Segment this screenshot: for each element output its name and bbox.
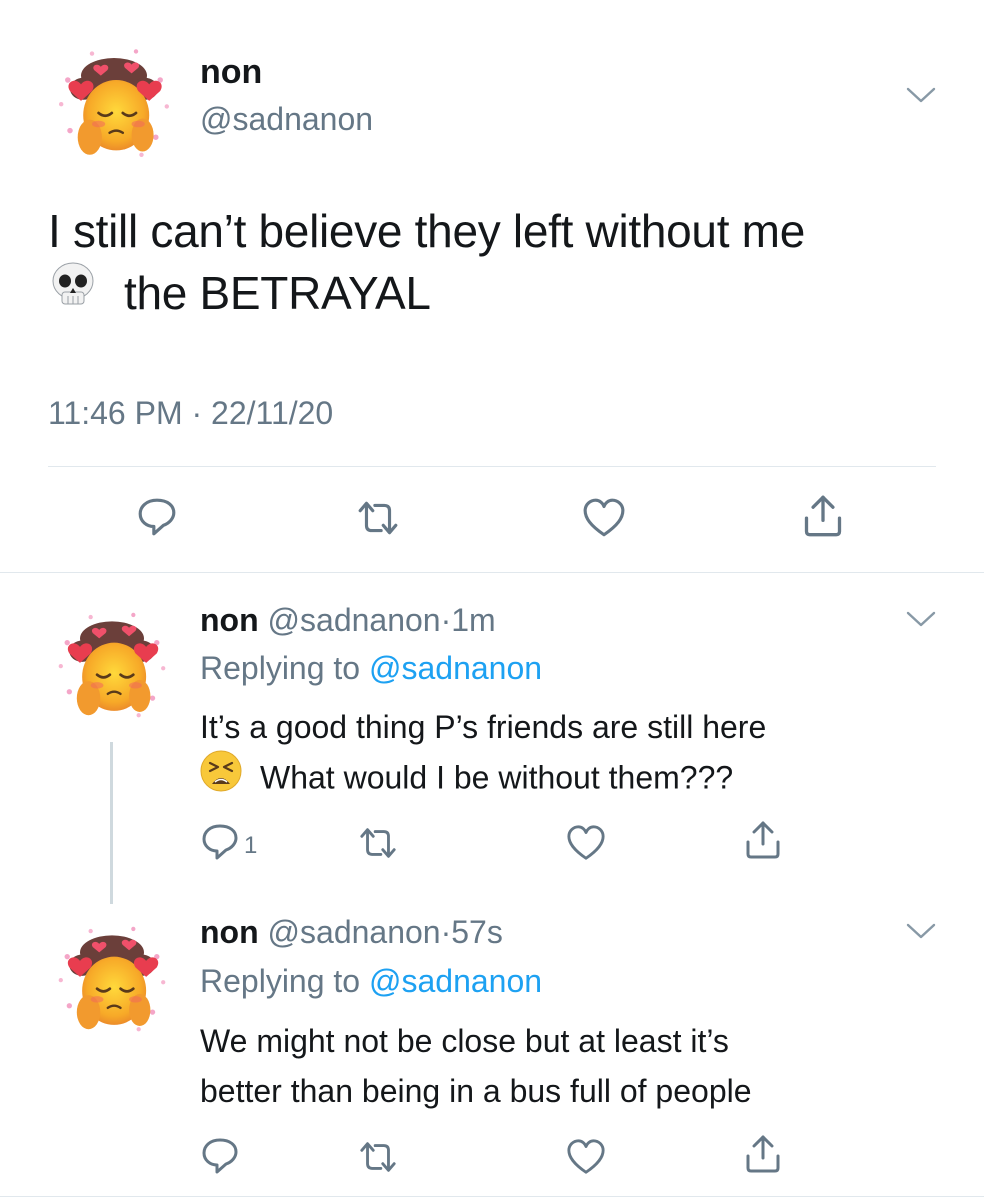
reply-icon[interactable] <box>200 822 240 862</box>
heart-icon[interactable] <box>582 498 626 538</box>
display-name[interactable]: non <box>200 914 259 950</box>
divider <box>48 466 936 467</box>
tweet-text-line: I still can’t believe they left without … <box>48 205 805 257</box>
tweet-text-line-2: the BETRAYAL <box>48 262 948 329</box>
skull-emoji <box>48 260 98 325</box>
tired-face-emoji <box>200 750 242 806</box>
avatar[interactable] <box>48 914 176 1042</box>
tweet-time: 11:46 PM <box>48 395 183 431</box>
reply-text-line-2: What would I be without them??? <box>200 750 960 808</box>
replying-to-label: Replying to <box>200 963 361 999</box>
reply-text-line: What would I be without them??? <box>260 759 734 796</box>
tweet-text-line: the BETRAYAL <box>124 267 431 319</box>
reply-text-line: better than being in a bus full of peopl… <box>200 1073 752 1109</box>
retweet-icon[interactable] <box>356 498 400 538</box>
avatar[interactable] <box>48 36 180 168</box>
replying-to-link[interactable]: @sadnanon <box>369 650 542 686</box>
reply-icon[interactable] <box>136 496 178 538</box>
share-icon[interactable] <box>802 494 844 538</box>
reply-time[interactable]: 1m <box>451 602 495 638</box>
divider <box>0 1196 984 1197</box>
reply-text-line: It’s a good thing P’s friends are still … <box>200 709 767 745</box>
reply-count: 1 <box>244 832 258 859</box>
tweet-text: I still can’t believe they left without … <box>48 200 948 329</box>
reply-text-line: We might not be close but at least it’s <box>200 1023 729 1059</box>
replying-to-label: Replying to <box>200 650 361 686</box>
retweet-icon[interactable] <box>358 824 398 862</box>
reply-icon[interactable] <box>200 1136 240 1176</box>
divider <box>0 572 984 573</box>
share-icon[interactable] <box>744 820 782 860</box>
share-icon[interactable] <box>744 1134 782 1174</box>
reply-time[interactable]: 57s <box>451 914 503 950</box>
meta-separator: · <box>191 395 203 431</box>
tweet-timestamp[interactable]: 11:46 PM · 22/11/20 <box>48 393 333 433</box>
thread-connector-line <box>110 742 113 904</box>
replying-to-link[interactable]: @sadnanon <box>369 963 542 999</box>
user-handle[interactable]: @sadnanon <box>200 100 373 138</box>
user-handle[interactable]: @sadnanon <box>268 914 441 950</box>
heart-icon[interactable] <box>566 1138 606 1176</box>
avatar[interactable] <box>48 600 176 728</box>
replying-to: Replying to @sadnanon <box>200 648 542 688</box>
display-name[interactable]: non <box>200 602 259 638</box>
replying-to: Replying to @sadnanon <box>200 961 542 1001</box>
reply-header: non @sadnanon·1m <box>200 600 496 640</box>
retweet-icon[interactable] <box>358 1138 398 1176</box>
tweet-date: 22/11/20 <box>211 395 334 431</box>
chevron-down-icon[interactable] <box>906 86 936 104</box>
heart-icon[interactable] <box>566 824 606 862</box>
display-name[interactable]: non <box>200 52 262 92</box>
chevron-down-icon[interactable] <box>906 610 936 628</box>
reply-header: non @sadnanon·57s <box>200 912 503 952</box>
meta-separator: · <box>440 602 452 638</box>
reply-text: It’s a good thing P’s friends are still … <box>200 702 960 808</box>
reply-text: We might not be close but at least it’s … <box>200 1016 960 1116</box>
chevron-down-icon[interactable] <box>906 922 936 940</box>
user-handle[interactable]: @sadnanon <box>268 602 441 638</box>
meta-separator: · <box>440 914 452 950</box>
